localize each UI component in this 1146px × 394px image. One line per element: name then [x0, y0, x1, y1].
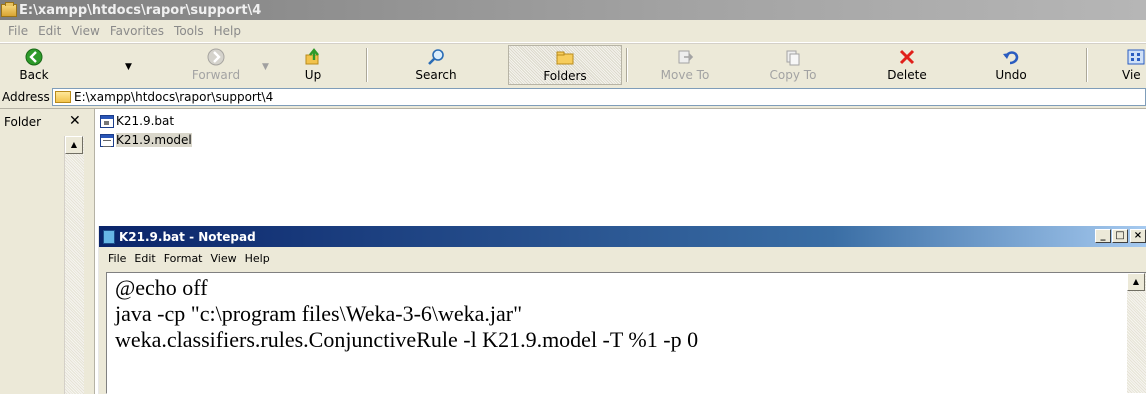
- notepad-menu-edit[interactable]: Edit: [134, 252, 155, 265]
- forward-button[interactable]: Forward: [185, 45, 247, 85]
- up-folder-icon: [294, 48, 332, 66]
- notepad-menu-view[interactable]: View: [211, 252, 237, 265]
- notepad-menu-bar: File Edit Format View Help: [99, 248, 1146, 268]
- notepad-menu-format[interactable]: Format: [164, 252, 203, 265]
- menu-tools[interactable]: Tools: [174, 24, 204, 38]
- up-label: Up: [304, 68, 322, 82]
- file-name: K21.9.model: [116, 133, 192, 147]
- text-line: @echo off: [115, 275, 208, 300]
- move-to-label: Move To: [660, 68, 710, 82]
- search-icon: [405, 48, 467, 66]
- toolbar-separator: [366, 48, 368, 82]
- notepad-menu-file[interactable]: File: [108, 252, 126, 265]
- notepad-title-bar[interactable]: K21.9.bat - Notepad: [99, 226, 1146, 247]
- minimize-button[interactable]: _: [1095, 229, 1111, 243]
- views-label: Vie: [1122, 68, 1141, 82]
- up-button[interactable]: Up: [294, 45, 332, 85]
- list-item[interactable]: K21.9.bat: [100, 112, 174, 130]
- folders-label: Folders: [543, 69, 587, 83]
- menu-favorites[interactable]: Favorites: [110, 24, 164, 38]
- toolbar-separator: [1086, 48, 1088, 82]
- copy-to-label: Copy To: [769, 68, 817, 82]
- undo-label: Undo: [995, 68, 1027, 82]
- move-to-icon: [652, 48, 718, 66]
- notepad-window: K21.9.bat - Notepad _ □ × File Edit Form…: [98, 226, 1146, 394]
- forward-arrow-icon: [185, 48, 247, 66]
- minimize-icon: _: [1100, 230, 1106, 241]
- folders-pane: Folder ✕ ▲: [0, 109, 95, 394]
- folder-icon: [1, 1, 17, 17]
- maximize-button[interactable]: □: [1112, 229, 1128, 243]
- folder-icon: [55, 91, 71, 103]
- notepad-text-area[interactable]: @echo off java -cp "c:\program files\Weka…: [106, 272, 1146, 394]
- notepad-content: @echo off java -cp "c:\program files\Weka…: [115, 275, 698, 353]
- window-title: E:\xampp\htdocs\rapor\support\4: [19, 2, 262, 18]
- forward-label: Forward: [191, 68, 241, 82]
- views-button[interactable]: Vie: [1118, 45, 1146, 85]
- toolbar-separator: [626, 48, 628, 82]
- undo-icon: [986, 48, 1036, 66]
- back-button[interactable]: Back: [8, 45, 60, 85]
- folders-scrollbar[interactable]: ▲: [64, 136, 84, 394]
- back-dropdown-icon[interactable]: ▼: [125, 62, 132, 72]
- text-line: weka.classifiers.rules.ConjunctiveRule -…: [115, 327, 699, 352]
- close-icon: ×: [1133, 230, 1143, 241]
- address-input[interactable]: E:\xampp\htdocs\rapor\support\4: [52, 88, 1146, 106]
- back-arrow-icon: [8, 48, 60, 66]
- menu-view[interactable]: View: [71, 24, 99, 38]
- list-item[interactable]: K21.9.model: [100, 131, 192, 149]
- model-file-icon: [100, 133, 114, 147]
- menu-help[interactable]: Help: [214, 24, 241, 38]
- copy-to-icon: [760, 48, 826, 66]
- delete-icon: [880, 48, 934, 66]
- undo-button[interactable]: Undo: [986, 45, 1036, 85]
- menu-file[interactable]: File: [8, 24, 28, 38]
- notepad-title: K21.9.bat - Notepad: [119, 229, 256, 244]
- text-line: java -cp "c:\program files\Weka-3-6\weka…: [115, 301, 523, 326]
- delete-label: Delete: [887, 68, 927, 82]
- move-to-button[interactable]: Move To: [652, 45, 718, 85]
- menu-bar: File Edit View Favorites Tools Help: [0, 20, 1146, 43]
- folders-button[interactable]: Folders: [508, 45, 622, 85]
- address-label: Address: [2, 90, 50, 104]
- close-icon[interactable]: ✕: [69, 113, 81, 129]
- notepad-menu-help[interactable]: Help: [245, 252, 270, 265]
- batch-file-icon: [100, 114, 114, 128]
- menu-edit[interactable]: Edit: [38, 24, 61, 38]
- scroll-up-button[interactable]: ▲: [65, 136, 83, 154]
- notepad-scrollbar[interactable]: ▲: [1127, 273, 1146, 393]
- maximize-icon: □: [1115, 230, 1125, 241]
- scroll-up-button[interactable]: ▲: [1127, 273, 1145, 291]
- notepad-icon: [103, 229, 115, 244]
- address-bar: Address E:\xampp\htdocs\rapor\support\4: [0, 86, 1146, 109]
- close-button[interactable]: ×: [1130, 229, 1146, 243]
- search-label: Search: [415, 68, 457, 82]
- views-icon: [1126, 48, 1146, 66]
- explorer-title-bar[interactable]: E:\xampp\htdocs\rapor\support\4: [0, 0, 1146, 20]
- standard-toolbar: Back ▼ Forward ▼ Up Search Folders Move …: [0, 43, 1146, 87]
- folders-pane-title: Folder: [4, 115, 42, 129]
- forward-dropdown-icon[interactable]: ▼: [262, 62, 269, 72]
- address-value: E:\xampp\htdocs\rapor\support\4: [74, 90, 274, 104]
- delete-button[interactable]: Delete: [880, 45, 934, 85]
- folders-icon: [509, 49, 621, 67]
- back-label: Back: [19, 68, 49, 82]
- copy-to-button[interactable]: Copy To: [760, 45, 826, 85]
- search-button[interactable]: Search: [405, 45, 467, 85]
- file-name: K21.9.bat: [116, 114, 175, 128]
